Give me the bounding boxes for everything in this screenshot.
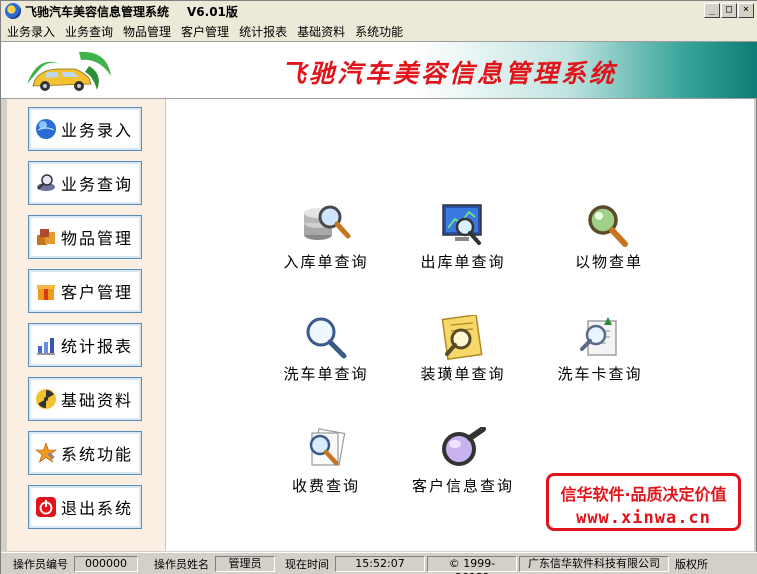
note-search-icon	[441, 315, 483, 361]
rights-label: 版权所	[675, 557, 708, 571]
nav-label: 物品管理	[61, 229, 134, 248]
exit-icon	[36, 497, 56, 517]
menu-statistics-reports[interactable]: 统计报表	[239, 23, 287, 40]
operator-id-value: 000000	[74, 555, 138, 572]
nav-goods-management-button[interactable]: 物品管理	[28, 215, 142, 259]
query-decoration[interactable]: 装璜单查询	[403, 315, 523, 384]
menu-system-functions[interactable]: 系统功能	[355, 23, 403, 40]
radiation-icon	[36, 389, 56, 409]
operator-name-label: 操作员姓名	[154, 557, 209, 571]
car-logo-icon	[27, 51, 111, 91]
menu-business-entry[interactable]: 业务录入	[7, 23, 55, 40]
nav-basic-data-button[interactable]: 基础资料	[28, 377, 142, 421]
star-tools-icon	[35, 442, 57, 463]
plain-magnifier-icon	[306, 317, 347, 359]
nav-label: 业务录入	[61, 121, 134, 140]
gift-icon	[37, 285, 55, 300]
window-controls: _ □ ×	[704, 3, 754, 18]
window-title: 飞驰汽车美容信息管理系统	[25, 4, 170, 19]
query-panel: 入库单查询 出库单查询 以物查单 洗车单查询 装璜单查询 洗车卡查询 收费查询 …	[165, 99, 754, 551]
nav-exit-system-button[interactable]: 退出系统	[28, 485, 142, 529]
menu-bar: 业务录入 业务查询 物品管理 客户管理 统计报表 基础资料 系统功能	[1, 21, 757, 41]
nav-business-entry-button[interactable]: 业务录入	[28, 107, 142, 151]
main-window: 飞驰汽车美容信息管理系统 V6.01版 _ □ × 业务录入 业务查询 物品管理…	[0, 0, 757, 574]
nav-label: 系统功能	[61, 445, 134, 464]
query-label: 装璜单查询	[420, 365, 506, 383]
nav-label: 基础资料	[61, 391, 134, 410]
card-search-icon	[580, 317, 617, 356]
query-car-wash[interactable]: 洗车单查询	[266, 315, 386, 384]
operator-id-label: 操作员编号	[13, 557, 68, 571]
query-customer-info[interactable]: 客户信息查询	[403, 427, 523, 496]
menu-customer-management[interactable]: 客户管理	[181, 23, 229, 40]
nav-label: 客户管理	[61, 283, 134, 302]
query-wash-card[interactable]: 洗车卡查询	[540, 315, 660, 384]
bar-chart-icon	[37, 338, 55, 355]
query-label: 入库单查询	[283, 253, 369, 271]
window-version: V6.01版	[187, 4, 238, 19]
operator-name-value: 管理员	[215, 555, 275, 572]
menu-goods-management[interactable]: 物品管理	[123, 23, 171, 40]
nav-statistics-reports-button[interactable]: 统计报表	[28, 323, 142, 367]
promo-url[interactable]: www.xinwa.cn	[549, 508, 738, 528]
query-label: 收费查询	[291, 477, 360, 495]
status-bar: 操作员编号 000000 操作员姓名 管理员 现在时间 15:52:07 © 1…	[1, 552, 757, 574]
current-time-label: 现在时间	[285, 557, 329, 571]
monitor-search-icon	[442, 204, 482, 245]
current-time-value: 15:52:07	[335, 555, 425, 572]
query-label: 洗车单查询	[283, 365, 369, 383]
query-label: 以物查单	[574, 253, 643, 271]
database-search-icon	[304, 205, 351, 240]
maximize-button[interactable]: □	[721, 3, 737, 18]
search-disk-icon	[37, 174, 55, 191]
query-charges[interactable]: 收费查询	[266, 427, 386, 496]
query-label: 洗车卡查询	[557, 365, 643, 383]
promo-slogan: 信华软件·品质决定价值	[560, 485, 727, 504]
nav-label: 业务查询	[61, 175, 134, 194]
nav-business-query-button[interactable]: 业务查询	[28, 161, 142, 205]
globe-icon	[36, 119, 56, 139]
company-value: 广东信华软件科技有限公司	[519, 555, 669, 572]
nav-label: 退出系统	[61, 499, 134, 518]
customer-search-icon	[442, 427, 486, 466]
header-banner: 飞驰汽车美容信息管理系统	[1, 41, 757, 99]
close-button[interactable]: ×	[738, 3, 754, 18]
title-bar: 飞驰汽车美容信息管理系统 V6.01版 _ □ ×	[1, 1, 757, 21]
left-navigation: 业务录入 业务查询 物品管理 客户管理 统计报表 基础资料 系统功能 退出系统	[7, 99, 165, 551]
query-stock-out[interactable]: 出库单查询	[403, 203, 523, 272]
document-search-icon	[309, 428, 346, 466]
banner-title: 飞驰汽车美容信息管理系统	[281, 59, 618, 88]
menu-business-query[interactable]: 业务查询	[65, 23, 113, 40]
nav-system-functions-button[interactable]: 系统功能	[28, 431, 142, 475]
query-label: 出库单查询	[420, 253, 506, 271]
query-label: 客户信息查询	[411, 477, 514, 495]
minimize-button[interactable]: _	[704, 3, 720, 18]
copyright-value: © 1999-2012?	[427, 555, 517, 574]
nav-label: 统计报表	[61, 337, 134, 356]
query-stock-in[interactable]: 入库单查询	[266, 203, 386, 272]
query-by-goods[interactable]: 以物查单	[549, 203, 669, 272]
app-icon	[5, 3, 21, 19]
nav-customer-management-button[interactable]: 客户管理	[28, 269, 142, 313]
magnifier-icon	[588, 205, 628, 247]
menu-basic-data[interactable]: 基础资料	[297, 23, 345, 40]
boxes-icon	[37, 229, 55, 245]
promo-badge: 信华软件·品质决定价值 www.xinwa.cn	[546, 473, 741, 531]
